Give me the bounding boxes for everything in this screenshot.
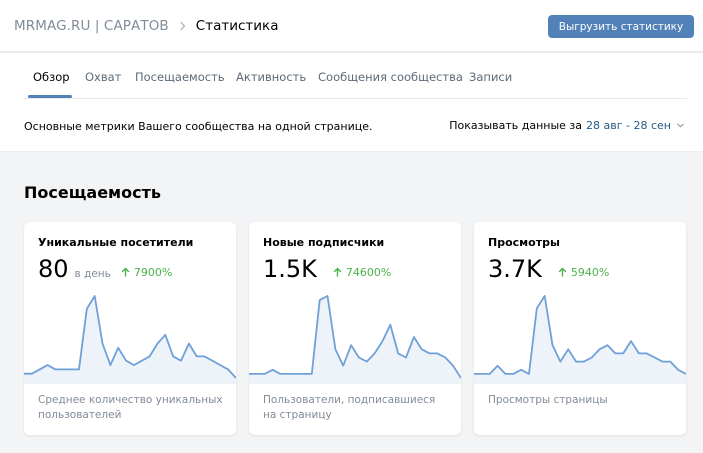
content-area: Посещаемость Уникальные посетители 80 в … <box>0 152 703 453</box>
period-label: Показывать данные за <box>449 119 583 132</box>
page-title: Статистика <box>195 18 279 34</box>
card-growth: 5940% <box>558 266 609 279</box>
arrow-up-icon <box>333 267 342 277</box>
tab-posts[interactable]: Записи <box>469 70 512 84</box>
card-value: 80 <box>38 255 69 283</box>
chevron-right-icon <box>180 21 185 31</box>
tab-bar: Обзор Охват Посещаемость Активность Сооб… <box>24 53 687 99</box>
metric-card-new-subscribers[interactable]: Новые подписчики 1.5K 74600% Пользовател… <box>249 222 461 435</box>
card-title: Новые подписчики <box>263 236 385 249</box>
card-caption: Среднее количество уникальных пользовате… <box>38 394 223 421</box>
tab-overview[interactable]: Обзор <box>33 70 70 84</box>
section-title: Посещаемость <box>24 183 161 202</box>
card-growth: 74600% <box>333 266 391 279</box>
active-tab-indicator <box>28 95 72 98</box>
period-value[interactable]: 28 авг - 28 сен <box>586 119 671 132</box>
breadcrumb-community-link[interactable]: MRMAG.RU | САРАТОВ <box>14 18 169 34</box>
growth-value: 74600% <box>345 265 392 279</box>
card-value: 1.5K <box>263 255 317 283</box>
arrow-up-icon <box>558 267 567 277</box>
card-caption: Просмотры страницы <box>488 394 608 406</box>
page-header: MRMAG.RU | САРАТОВ Статистика Выгрузить … <box>0 0 703 52</box>
tab-community-messages[interactable]: Сообщения сообщества <box>318 70 463 84</box>
export-statistics-button[interactable]: Выгрузить статистику <box>548 15 694 38</box>
sparkline-area <box>24 296 236 384</box>
breadcrumb: MRMAG.RU | САРАТОВ Статистика <box>14 18 278 34</box>
chevron-down-icon <box>677 123 684 128</box>
sparkline-chart <box>249 295 461 384</box>
growth-value: 7900% <box>133 265 173 279</box>
arrow-up-icon <box>121 267 130 277</box>
card-value-row: 1.5K 74600% <box>263 255 391 283</box>
card-value-row: 3.7K 5940% <box>488 255 609 283</box>
sparkline-area <box>474 296 686 384</box>
card-value: 3.7K <box>488 255 542 283</box>
period-selector[interactable]: Показывать данные за 28 авг - 28 сен <box>449 119 685 132</box>
card-title: Просмотры <box>488 236 560 249</box>
tab-attendance[interactable]: Посещаемость <box>135 70 225 84</box>
metric-card-views[interactable]: Просмотры 3.7K 5940% Просмотры страницы <box>474 222 686 435</box>
tab-reach[interactable]: Охват <box>85 70 121 84</box>
sparkline-chart <box>24 295 236 384</box>
tab-activity[interactable]: Активность <box>236 70 306 84</box>
card-title: Уникальные посетители <box>38 236 194 249</box>
card-unit: в день <box>74 268 111 280</box>
tabs-panel: Обзор Охват Посещаемость Активность Сооб… <box>0 53 703 151</box>
growth-value: 5940% <box>570 265 610 279</box>
overview-description: Основные метрики Вашего сообщества на од… <box>24 120 373 133</box>
card-value-row: 80 в день 7900% <box>38 255 172 283</box>
metric-card-unique-visitors[interactable]: Уникальные посетители 80 в день 7900% Ср… <box>24 222 236 435</box>
sparkline-chart <box>474 295 686 384</box>
card-caption: Пользователи, подписавшиеся на страницу <box>263 394 436 421</box>
card-growth: 7900% <box>121 266 172 279</box>
sparkline-area <box>249 296 461 384</box>
